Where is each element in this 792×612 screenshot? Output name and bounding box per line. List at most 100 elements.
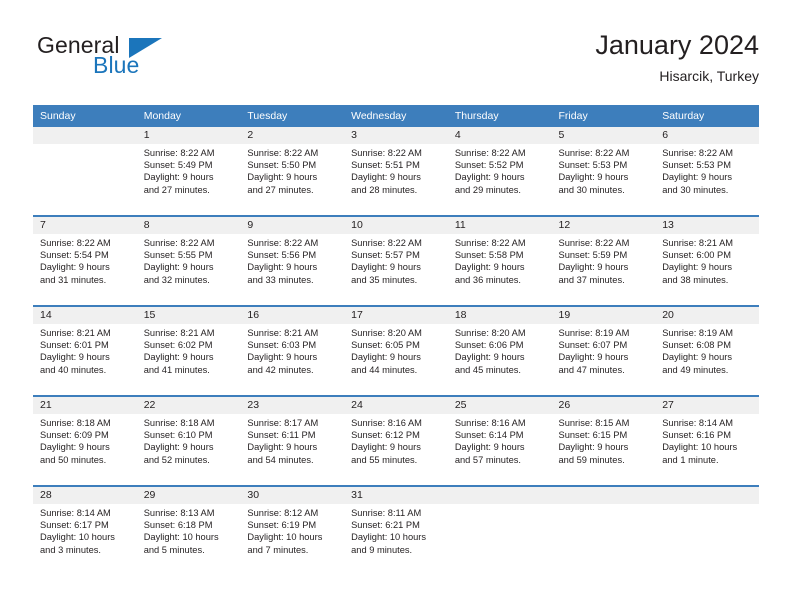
daylight-text-line2: and 28 minutes. [351, 184, 418, 195]
calendar-day-cell[interactable]: 12 Sunrise: 8:22 AM Sunset: 5:59 PM Dayl… [551, 215, 656, 306]
sunrise-text: Sunrise: 8:17 AM [247, 418, 319, 428]
calendar-day-cell[interactable] [33, 127, 137, 216]
weekday-header-thursday: Thursday [447, 105, 552, 127]
calendar-day-cell[interactable]: 10 Sunrise: 8:22 AM Sunset: 5:57 PM Dayl… [344, 215, 448, 306]
day-number: 7 [33, 217, 137, 234]
day-number: 18 [447, 307, 552, 324]
day-number: 27 [655, 397, 759, 414]
calendar-day-cell[interactable]: 2 Sunrise: 8:22 AM Sunset: 5:50 PM Dayli… [240, 127, 345, 216]
day-number: 30 [240, 487, 345, 504]
calendar-day-cell[interactable]: 26 Sunrise: 8:15 AM Sunset: 6:15 PM Dayl… [551, 395, 656, 486]
calendar-day-cell[interactable]: 4 Sunrise: 8:22 AM Sunset: 5:52 PM Dayli… [447, 127, 552, 216]
calendar-day-cell[interactable]: 6 Sunrise: 8:22 AM Sunset: 5:53 PM Dayli… [655, 127, 759, 216]
sunset-text: Sunset: 6:17 PM [40, 520, 109, 531]
calendar-day-cell[interactable]: 22 Sunrise: 8:18 AM Sunset: 6:10 PM Dayl… [136, 395, 241, 486]
sunrise-text: Sunrise: 8:22 AM [143, 148, 215, 158]
sunset-text: Sunset: 5:52 PM [454, 160, 524, 171]
sunset-text: Sunset: 5:49 PM [143, 160, 213, 171]
calendar-day-cell[interactable] [551, 485, 656, 575]
sunrise-text: Sunrise: 8:21 AM [662, 238, 734, 248]
sunrise-text: Sunrise: 8:22 AM [454, 238, 526, 248]
sunset-text: Sunset: 5:53 PM [662, 160, 731, 171]
calendar-page: General Blue January 2024 Hisarcik, Turk… [0, 0, 792, 612]
sunrise-text: Sunrise: 8:22 AM [40, 238, 111, 248]
daylight-text-line2: and 7 minutes. [247, 544, 309, 555]
sunrise-text: Sunrise: 8:22 AM [662, 148, 734, 158]
day-number [655, 487, 759, 504]
daylight-text-line1: Daylight: 9 hours [351, 262, 421, 273]
daylight-text-line2: and 52 minutes. [143, 454, 210, 465]
day-number: 17 [344, 307, 448, 324]
sunrise-text: Sunrise: 8:20 AM [351, 328, 422, 338]
sunset-text: Sunset: 6:02 PM [143, 340, 213, 351]
day-number: 23 [240, 397, 345, 414]
weekday-header-wednesday: Wednesday [344, 105, 448, 127]
calendar-day-cell[interactable]: 25 Sunrise: 8:16 AM Sunset: 6:14 PM Dayl… [447, 395, 552, 486]
day-number: 25 [447, 397, 552, 414]
daylight-text-line1: Daylight: 9 hours [454, 172, 525, 183]
daylight-text-line1: Daylight: 9 hours [143, 352, 214, 363]
calendar-day-cell[interactable]: 29 Sunrise: 8:13 AM Sunset: 6:18 PM Dayl… [136, 485, 241, 575]
calendar-day-cell[interactable]: 31 Sunrise: 8:11 AM Sunset: 6:21 PM Dayl… [344, 485, 448, 575]
calendar-day-cell[interactable]: 15 Sunrise: 8:21 AM Sunset: 6:02 PM Dayl… [136, 305, 241, 396]
calendar-day-cell[interactable]: 21 Sunrise: 8:18 AM Sunset: 6:09 PM Dayl… [33, 395, 137, 486]
calendar-day-cell[interactable]: 9 Sunrise: 8:22 AM Sunset: 5:56 PM Dayli… [240, 215, 345, 306]
calendar-day-cell[interactable]: 5 Sunrise: 8:22 AM Sunset: 5:53 PM Dayli… [551, 127, 656, 216]
daylight-text-line2: and 45 minutes. [454, 364, 521, 375]
daylight-text-line1: Daylight: 9 hours [143, 172, 214, 183]
sunset-text: Sunset: 6:12 PM [351, 430, 420, 441]
daylight-text-line2: and 55 minutes. [351, 454, 418, 465]
sunrise-text: Sunrise: 8:21 AM [143, 328, 215, 338]
sunset-text: Sunset: 6:00 PM [662, 250, 731, 261]
calendar-day-cell[interactable]: 3 Sunrise: 8:22 AM Sunset: 5:51 PM Dayli… [344, 127, 448, 216]
calendar-day-cell[interactable]: 23 Sunrise: 8:17 AM Sunset: 6:11 PM Dayl… [240, 395, 345, 486]
calendar-day-cell[interactable]: 20 Sunrise: 8:19 AM Sunset: 6:08 PM Dayl… [655, 305, 759, 396]
day-number: 15 [136, 307, 241, 324]
sunrise-text: Sunrise: 8:21 AM [247, 328, 319, 338]
day-number: 4 [447, 127, 552, 144]
day-number: 16 [240, 307, 345, 324]
calendar-week-row: 28 Sunrise: 8:14 AM Sunset: 6:17 PM Dayl… [33, 485, 759, 575]
page-header: General Blue January 2024 Hisarcik, Turk… [33, 28, 759, 96]
calendar-day-cell[interactable]: 11 Sunrise: 8:22 AM Sunset: 5:58 PM Dayl… [447, 215, 552, 306]
calendar-day-cell[interactable]: 24 Sunrise: 8:16 AM Sunset: 6:12 PM Dayl… [344, 395, 448, 486]
calendar-day-cell[interactable]: 28 Sunrise: 8:14 AM Sunset: 6:17 PM Dayl… [33, 485, 137, 575]
daylight-text-line1: Daylight: 9 hours [247, 262, 318, 273]
calendar-day-cell[interactable]: 17 Sunrise: 8:20 AM Sunset: 6:05 PM Dayl… [344, 305, 448, 396]
calendar-day-cell[interactable]: 7 Sunrise: 8:22 AM Sunset: 5:54 PM Dayli… [33, 215, 137, 306]
sunrise-text: Sunrise: 8:14 AM [40, 508, 111, 518]
daylight-text-line2: and 35 minutes. [351, 274, 418, 285]
daylight-text-line1: Daylight: 9 hours [558, 442, 629, 453]
calendar-day-cell[interactable]: 8 Sunrise: 8:22 AM Sunset: 5:55 PM Dayli… [136, 215, 241, 306]
sunset-text: Sunset: 6:01 PM [40, 340, 109, 351]
daylight-text-line2: and 27 minutes. [143, 184, 210, 195]
daylight-text-line1: Daylight: 10 hours [143, 532, 219, 543]
calendar-day-cell[interactable] [655, 485, 759, 575]
daylight-text-line2: and 9 minutes. [351, 544, 413, 555]
daylight-text-line1: Daylight: 9 hours [351, 172, 421, 183]
calendar-day-cell[interactable]: 19 Sunrise: 8:19 AM Sunset: 6:07 PM Dayl… [551, 305, 656, 396]
day-number: 29 [136, 487, 241, 504]
day-number: 28 [33, 487, 137, 504]
daylight-text-line2: and 40 minutes. [40, 364, 107, 375]
calendar-day-cell[interactable] [447, 485, 552, 575]
sunrise-text: Sunrise: 8:16 AM [351, 418, 422, 428]
daylight-text-line2: and 38 minutes. [662, 274, 729, 285]
weekday-header-sunday: Sunday [33, 105, 137, 127]
day-number [447, 487, 552, 504]
day-number: 31 [344, 487, 448, 504]
calendar-day-cell[interactable]: 14 Sunrise: 8:21 AM Sunset: 6:01 PM Dayl… [33, 305, 137, 396]
calendar-day-cell[interactable]: 30 Sunrise: 8:12 AM Sunset: 6:19 PM Dayl… [240, 485, 345, 575]
calendar-day-cell[interactable]: 27 Sunrise: 8:14 AM Sunset: 6:16 PM Dayl… [655, 395, 759, 486]
sunset-text: Sunset: 5:54 PM [40, 250, 109, 261]
calendar-day-cell[interactable]: 16 Sunrise: 8:21 AM Sunset: 6:03 PM Dayl… [240, 305, 345, 396]
page-title: January 2024 [595, 30, 759, 60]
daylight-text-line1: Daylight: 9 hours [558, 352, 629, 363]
sunrise-text: Sunrise: 8:12 AM [247, 508, 319, 518]
weekday-header-monday: Monday [136, 105, 241, 127]
calendar-day-cell[interactable]: 13 Sunrise: 8:21 AM Sunset: 6:00 PM Dayl… [655, 215, 759, 306]
calendar-day-cell[interactable]: 1 Sunrise: 8:22 AM Sunset: 5:49 PM Dayli… [136, 127, 241, 216]
calendar-day-cell[interactable]: 18 Sunrise: 8:20 AM Sunset: 6:06 PM Dayl… [447, 305, 552, 396]
brand-logo[interactable]: General Blue [33, 32, 233, 90]
day-number [33, 127, 137, 144]
